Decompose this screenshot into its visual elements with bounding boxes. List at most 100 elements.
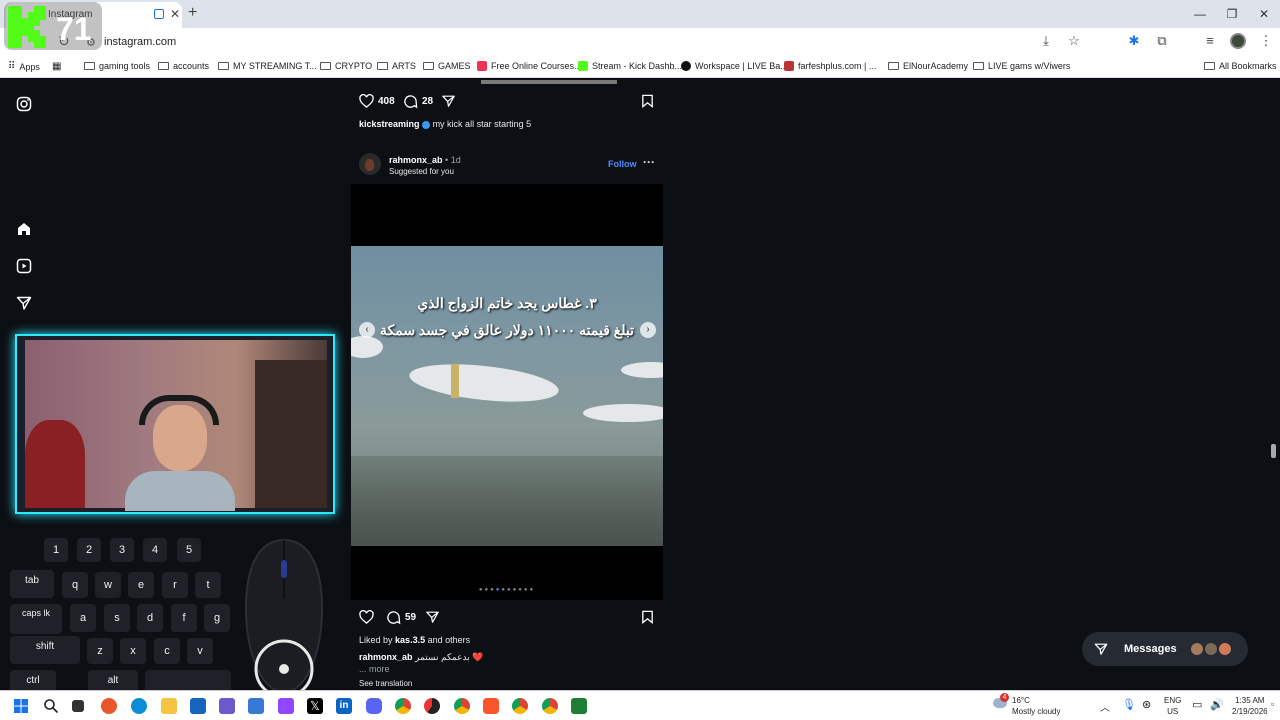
bookmark-farfeshplus[interactable]: farfeshplus.com | ...	[784, 61, 876, 71]
bookmark-workspace[interactable]: Workspace | LIVE Ba...	[681, 61, 788, 71]
notifications-icon[interactable]: ▫	[1271, 699, 1274, 709]
home-icon[interactable]	[16, 221, 32, 237]
mail-icon[interactable]	[248, 698, 264, 714]
post2-comments: 59	[405, 612, 417, 623]
page-scrollbar[interactable]	[1271, 444, 1276, 458]
bookmark-tab-groups[interactable]: ▦	[52, 61, 61, 72]
bookmark-kick-dashboard[interactable]: Stream - Kick Dashb...	[578, 61, 682, 71]
teams-icon[interactable]	[219, 698, 235, 714]
instagram-logo-icon[interactable]	[16, 96, 32, 112]
tab-strip: Instagram ✕ + — ❐ ✕	[0, 0, 1280, 28]
store-icon[interactable]	[190, 698, 206, 714]
bookmark-accounts[interactable]: accounts	[158, 61, 209, 71]
bookmark-crypto[interactable]: CRYPTO	[320, 61, 372, 71]
menu-icon[interactable]: ⋮	[1258, 33, 1274, 49]
carousel-prev-button[interactable]: ‹	[359, 322, 375, 338]
reading-list-icon[interactable]: ≡	[1202, 33, 1218, 49]
task-view-icon[interactable]	[72, 700, 84, 712]
post1-likes: 408	[378, 96, 395, 107]
post2-username[interactable]: rahmonx_ab	[389, 155, 443, 165]
comment-icon[interactable]	[403, 94, 418, 109]
bookmark-games[interactable]: GAMES	[423, 61, 471, 71]
bookmark-arts[interactable]: ARTS	[377, 61, 416, 71]
twitch-icon[interactable]	[278, 698, 294, 714]
post2-avatar[interactable]	[359, 153, 381, 175]
see-translation-link[interactable]: See translation	[359, 679, 412, 688]
brave-icon[interactable]	[483, 698, 499, 714]
save-bookmark-icon[interactable]	[641, 94, 654, 108]
post2-caption-user[interactable]: rahmonx_ab	[359, 652, 413, 662]
direct-messages-icon[interactable]	[16, 295, 32, 311]
reels-icon[interactable]	[16, 258, 32, 274]
post2-media-carousel[interactable]: ٣. غطاس يجد خاتم الزواج الذي تبلغ قيمته …	[351, 184, 663, 600]
firefox-icon[interactable]	[101, 698, 117, 714]
restore-button[interactable]: ❐	[1216, 0, 1248, 28]
previous-post-media-edge	[481, 80, 617, 84]
language-indicator[interactable]: ENG US	[1164, 695, 1181, 717]
close-window-button[interactable]: ✕	[1248, 0, 1280, 28]
url-field[interactable]: instagram.com	[104, 36, 176, 48]
install-app-icon[interactable]: ⤓	[1038, 33, 1054, 49]
volume-icon[interactable]: 🔊	[1210, 698, 1224, 711]
post1-username[interactable]: kickstreaming	[359, 119, 420, 129]
carousel-next-button[interactable]: ›	[640, 322, 656, 338]
bookmark-live-games[interactable]: LIVE gams w/Viwers	[973, 61, 1070, 71]
key-1: 1	[44, 538, 68, 562]
bookmark-free-courses[interactable]: Free Online Courses...	[477, 61, 582, 71]
discord-icon[interactable]	[366, 698, 382, 714]
linkedin-icon[interactable]: in	[336, 698, 352, 714]
key-shift: shift	[10, 636, 80, 664]
media-playing-icon[interactable]	[154, 9, 164, 19]
bookmark-gaming-tools[interactable]: gaming tools	[84, 61, 150, 71]
obs-icon[interactable]	[424, 698, 440, 714]
folder-icon	[377, 62, 388, 70]
bookmark-star-icon[interactable]: ☆	[1066, 33, 1082, 49]
post2-header: rahmonx_ab • 1d	[389, 155, 461, 165]
bookmark-elnouracademy[interactable]: ElNourAcademy	[888, 61, 968, 71]
more-link[interactable]: ... more	[359, 664, 390, 674]
search-icon[interactable]	[43, 698, 59, 714]
x-twitter-icon[interactable]: 𝕏	[307, 698, 323, 714]
bookmark-apps[interactable]: ⠿ Apps	[8, 61, 40, 72]
save-bookmark-icon[interactable]	[641, 610, 654, 624]
key-v: v	[187, 638, 213, 664]
liked-by-user[interactable]: kas.3.5	[395, 635, 425, 645]
system-clock[interactable]: 1:35 AM 2/19/2026	[1232, 695, 1268, 717]
new-tab-button[interactable]: +	[188, 4, 197, 22]
minimize-button[interactable]: —	[1184, 0, 1216, 28]
edge-icon[interactable]	[131, 698, 147, 714]
chrome-profile-icon[interactable]	[542, 698, 558, 714]
network-icon[interactable]: ▭	[1192, 698, 1202, 711]
all-bookmarks[interactable]: All Bookmarks	[1204, 61, 1277, 71]
messages-button[interactable]: Messages	[1082, 632, 1248, 666]
close-tab-icon[interactable]: ✕	[170, 7, 180, 21]
comment-icon[interactable]	[386, 610, 401, 625]
more-options-icon[interactable]: ···	[643, 155, 655, 169]
microphone-icon[interactable]: 🎙	[1122, 698, 1136, 711]
share-icon[interactable]	[441, 94, 456, 108]
show-hidden-icons[interactable]: ︿	[1100, 699, 1110, 714]
profile-avatar[interactable]	[1230, 33, 1246, 49]
key-c: c	[154, 638, 180, 664]
folder-icon	[1204, 62, 1215, 70]
share-icon[interactable]	[425, 610, 440, 624]
chrome-icon[interactable]	[395, 698, 411, 714]
extension-icon[interactable]: ✱	[1126, 33, 1142, 49]
chrome-profile-icon[interactable]	[512, 698, 528, 714]
key-e: e	[128, 572, 154, 598]
bookmark-streaming[interactable]: MY STREAMING T...	[218, 61, 317, 71]
windows-start-icon[interactable]	[13, 698, 29, 714]
webcam-feed	[25, 340, 327, 511]
like-heart-icon[interactable]	[359, 610, 374, 624]
file-explorer-icon[interactable]	[161, 698, 177, 714]
site-favicon	[477, 61, 487, 71]
chrome-profile-icon[interactable]	[454, 698, 470, 714]
extensions-puzzle-icon[interactable]: ⧉	[1154, 33, 1170, 49]
weather-widget[interactable]: 16°C Mostly cloudy	[1012, 695, 1060, 717]
post2-photo: ٣. غطاس يجد خاتم الزواج الذي تبلغ قيمته …	[351, 246, 663, 546]
excel-icon[interactable]	[571, 698, 587, 714]
key-5: 5	[177, 538, 201, 562]
follow-button[interactable]: Follow	[608, 159, 637, 169]
like-heart-icon[interactable]	[359, 94, 374, 108]
meet-now-icon[interactable]: ⊛	[1142, 698, 1151, 711]
